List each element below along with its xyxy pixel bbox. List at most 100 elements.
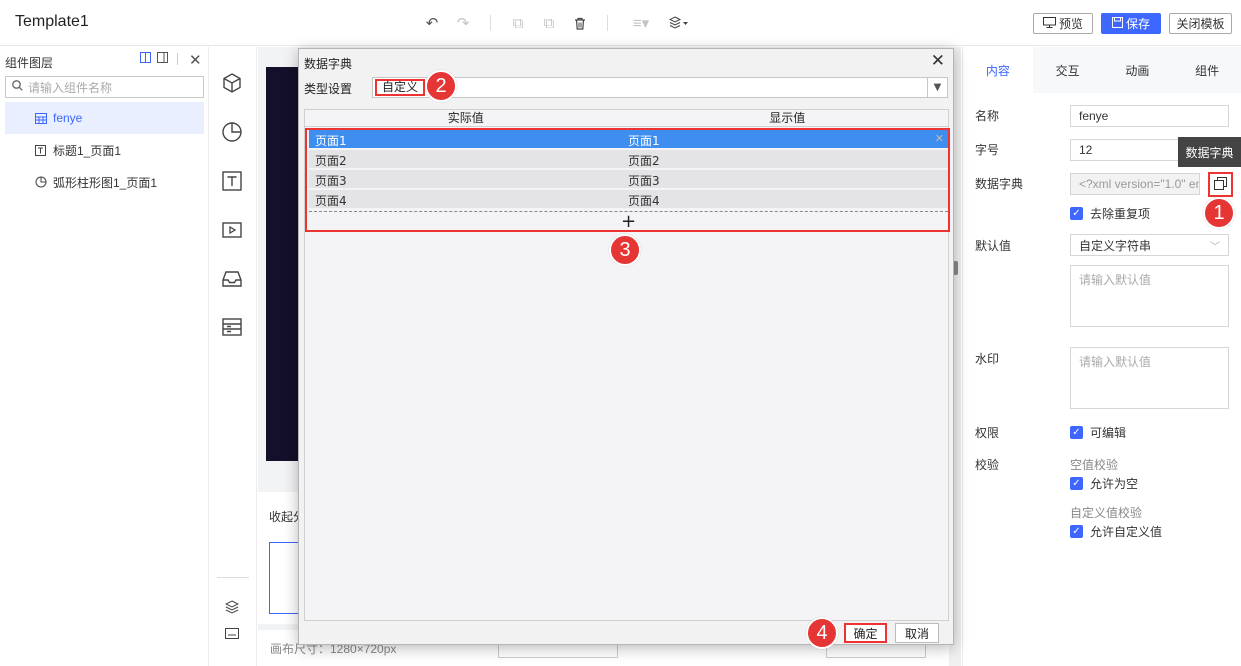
collapse-view-icon[interactable] [157, 52, 168, 66]
table-row[interactable]: 页面4 页面4 [309, 190, 948, 209]
confirm-button[interactable]: 确定 [844, 623, 887, 643]
table-row[interactable]: 页面3 页面3 [309, 170, 948, 189]
dict-edit-button[interactable] [1208, 172, 1233, 197]
step-marker-2: 2 [425, 70, 457, 102]
form-icon[interactable] [220, 315, 244, 339]
default-type-value: 自定义字符串 [1079, 238, 1152, 253]
undo-icon[interactable]: ↶ [421, 12, 443, 34]
layer-panel-tools [140, 52, 178, 66]
toolbar-divider [490, 15, 491, 31]
keyboard-icon[interactable] [220, 621, 244, 645]
top-bar: Template1 ↶ ↷ ⧉ ⧉ ≡▾ 预览 保存 关闭模板 [0, 0, 1241, 46]
display-cell[interactable]: 页面3 [628, 172, 660, 189]
dedupe-checkbox[interactable]: ✓ 去除重复项 [1070, 205, 1150, 222]
grid-header: 实际值 显示值 [305, 110, 948, 127]
watermark-textarea[interactable]: 请输入默认值 [1070, 347, 1229, 409]
monitor-icon [1042, 16, 1056, 31]
actual-cell[interactable]: 页面3 [315, 172, 347, 189]
save-icon [1111, 16, 1123, 31]
media-icon[interactable] [220, 218, 244, 242]
layer-order-icon[interactable] [665, 12, 693, 34]
type-select[interactable]: 自定义 ▼ [372, 77, 948, 98]
layer-panel-title: 组件图层 [5, 56, 54, 70]
text-icon [34, 144, 47, 157]
pie-chart-icon[interactable] [220, 120, 244, 144]
chart-icon [34, 176, 47, 189]
default-type-select[interactable]: 自定义字符串 ﹀ [1070, 234, 1229, 256]
layer-item-label: 弧形柱形图1_页面1 [53, 175, 158, 190]
allow-custom-checkbox[interactable]: ✓ 允许自定义值 [1070, 523, 1162, 540]
text-box-icon[interactable] [220, 169, 244, 193]
name-input[interactable]: fenye [1070, 105, 1229, 127]
preview-label: 预览 [1058, 17, 1083, 31]
close-icon[interactable]: ✕ [189, 51, 202, 69]
font-size-label: 字号 [975, 143, 1000, 157]
layer-item-label: 标题1_页面1 [53, 143, 122, 158]
actual-cell[interactable]: 页面1 [315, 132, 347, 149]
tab-content[interactable]: 内容 [963, 47, 1033, 93]
step-marker-3: 3 [609, 234, 641, 266]
tab-interaction[interactable]: 交互 [1033, 47, 1103, 93]
dict-input: <?xml version="1.0" en [1070, 173, 1200, 195]
properties-tabs: 内容 交互 动画 组件 [963, 47, 1241, 93]
tab-animation[interactable]: 动画 [1103, 47, 1173, 93]
search-placeholder: 请输入组件名称 [28, 80, 113, 95]
actual-cell[interactable]: 页面2 [315, 152, 347, 169]
col-display-header: 显示值 [769, 111, 806, 125]
cancel-button[interactable]: 取消 [895, 623, 939, 643]
editable-checkbox[interactable]: ✓ 可编辑 [1070, 424, 1126, 441]
preview-button[interactable]: 预览 [1033, 13, 1093, 34]
watermark-label: 水印 [975, 352, 1000, 366]
grid-rows: 页面1 页面1 ✕ 页面2 页面2 页面3 页面3 页面4 页面4 + [305, 128, 950, 232]
allow-empty-checkbox[interactable]: ✓ 允许为空 [1070, 475, 1138, 492]
data-dictionary-dialog: 数据字典 ✕ 类型设置 自定义 ▼ 实际值 显示值 页面1 页面1 ✕ 页面2 … [298, 48, 954, 645]
close-icon[interactable]: ✕ [931, 51, 945, 71]
checkbox-checked-icon: ✓ [1070, 525, 1083, 538]
display-cell[interactable]: 页面4 [628, 192, 660, 209]
step-marker-4: 4 [806, 617, 838, 649]
layer-item-chart[interactable]: 弧形柱形图1_页面1 [5, 166, 204, 198]
add-row-button[interactable]: + [309, 211, 948, 232]
component-bar [209, 47, 257, 666]
dict-tooltip: 数据字典 [1178, 137, 1241, 167]
chevron-down-icon[interactable]: ▼ [927, 78, 947, 97]
paste-icon[interactable]: ⧉ [538, 12, 560, 34]
grid-icon [34, 112, 47, 125]
allow-empty-label: 允许为空 [1090, 477, 1139, 491]
layer-search-input[interactable]: 请输入组件名称 [5, 76, 204, 98]
copy-icon [1214, 176, 1227, 193]
table-row[interactable]: 页面1 页面1 ✕ [309, 130, 948, 149]
default-value-textarea[interactable]: 请输入默认值 [1070, 265, 1229, 327]
tab-component[interactable]: 组件 [1172, 47, 1241, 93]
name-label: 名称 [975, 109, 1000, 123]
search-icon [12, 80, 23, 94]
delete-row-icon[interactable]: ✕ [935, 132, 944, 145]
cube-icon[interactable] [220, 71, 244, 95]
layer-item-fenye[interactable]: fenye [5, 102, 204, 134]
editable-label: 可编辑 [1090, 426, 1127, 440]
empty-check-label: 空值校验 [1070, 458, 1119, 472]
actual-cell[interactable]: 页面4 [315, 192, 347, 209]
expand-view-icon[interactable] [140, 52, 151, 66]
copy-icon[interactable]: ⧉ [507, 12, 529, 34]
table-row[interactable]: 页面2 页面2 [309, 150, 948, 169]
type-value: 自定义 [375, 79, 426, 96]
layers-icon[interactable] [220, 595, 244, 619]
col-actual-header: 实际值 [447, 111, 484, 125]
checkbox-checked-icon: ✓ [1070, 477, 1083, 490]
save-button[interactable]: 保存 [1101, 13, 1161, 34]
step-marker-1: 1 [1203, 197, 1235, 229]
align-icon[interactable]: ≡▾ [628, 12, 654, 34]
save-label: 保存 [1125, 17, 1150, 31]
display-cell[interactable]: 页面1 [628, 132, 660, 149]
dictionary-grid: 实际值 显示值 页面1 页面1 ✕ 页面2 页面2 页面3 页面3 页面4 页面… [304, 109, 950, 621]
layer-item-title[interactable]: 标题1_页面1 [5, 134, 204, 166]
checkbox-checked-icon: ✓ [1070, 426, 1083, 439]
close-template-button[interactable]: 关闭模板 [1169, 13, 1232, 34]
display-cell[interactable]: 页面2 [628, 152, 660, 169]
redo-icon[interactable]: ↷ [452, 12, 474, 34]
trash-icon[interactable] [569, 12, 591, 34]
inbox-icon[interactable] [220, 267, 244, 291]
app-title: Template1 [15, 13, 89, 30]
dialog-title: 数据字典 [304, 57, 353, 71]
